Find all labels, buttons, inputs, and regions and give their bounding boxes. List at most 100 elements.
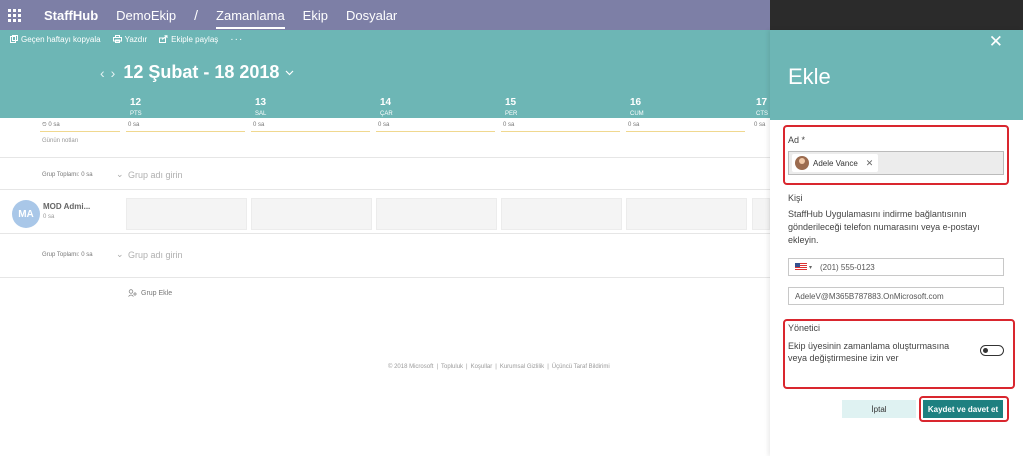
shift-cell[interactable]	[626, 198, 747, 230]
app: StaffHub DemoEkip / Zamanlama Ekip Dosya…	[0, 0, 1023, 456]
day-header: 12 PTS	[130, 98, 142, 119]
tab-team[interactable]: Ekip	[303, 8, 328, 23]
day-columns-header: 12 PTS 13 SAL 14 ÇAR 15 PER 16 CUM 17 CTS	[0, 98, 770, 118]
day-header: 15 PER	[505, 98, 517, 119]
toolbar: Geçen haftayı kopyala Yazdır Ekiple payl…	[0, 30, 770, 48]
date-navigator: ‹ › 12 Şubat - 18 2018	[100, 62, 294, 83]
footer-link-privacy[interactable]: Kurumsal Gizlilik	[500, 364, 544, 370]
copy-icon	[10, 35, 18, 43]
day-hours: 0 sa	[754, 122, 766, 128]
footer-link-third-party[interactable]: Üçüncü Taraf Bildirimi	[552, 364, 610, 370]
person-chip: Adele Vance ✕	[792, 154, 879, 172]
copyright: © 2018 Microsoft	[388, 364, 434, 370]
tab-schedule[interactable]: Zamanlama	[216, 8, 285, 29]
day-hours: 0 sa	[253, 122, 265, 128]
schedule-header: Geçen haftayı kopyala Yazdır Ekiple payl…	[0, 30, 770, 118]
close-icon[interactable]: ✕	[989, 32, 1003, 52]
shift-cell[interactable]	[752, 198, 770, 230]
day-hours: 0 sa	[503, 122, 515, 128]
team-name[interactable]: DemoEkip	[116, 8, 176, 23]
day-number: 15	[505, 97, 517, 108]
day-notes-label[interactable]: Günün notları	[42, 138, 78, 144]
day-header: 14 ÇAR	[380, 98, 393, 119]
phone-value: (201) 555-0123	[820, 262, 875, 272]
share-with-team-button[interactable]: Ekiple paylaş	[159, 35, 218, 44]
day-number: 13	[255, 97, 267, 108]
cancel-button[interactable]: İptal	[842, 400, 916, 418]
footer-link-community[interactable]: Topluluk	[441, 364, 463, 370]
hours-divider	[251, 131, 370, 132]
day-notes-row: ⏲ 0 sa 0 sa 0 sa 0 sa 0 sa 0 sa 0 sa Gün…	[0, 118, 770, 158]
day-number: 16	[630, 97, 642, 108]
remove-chip-icon[interactable]: ✕	[866, 158, 874, 169]
us-flag-icon[interactable]	[795, 263, 807, 271]
shift-cell[interactable]	[126, 198, 247, 230]
chevron-down-icon[interactable]	[285, 70, 294, 76]
chevron-down-icon[interactable]: ▾	[809, 264, 812, 271]
chevron-down-icon[interactable]: ⌄	[116, 249, 124, 260]
day-hours: 0 sa	[128, 122, 140, 128]
total-hours-value: 0 sa	[48, 122, 60, 128]
manager-description: Ekip üyesinin zamanlama oluşturmasına ve…	[788, 341, 950, 363]
manager-label: Yönetici	[788, 323, 821, 333]
more-options-icon[interactable]: ···	[230, 34, 243, 45]
name-people-picker[interactable]: Adele Vance ✕	[788, 151, 1004, 175]
print-button[interactable]: Yazdır	[112, 34, 148, 44]
email-field[interactable]: AdeleV@M365B787883.OnMicrosoft.com	[788, 287, 1004, 305]
day-header: 16 CUM	[630, 98, 644, 119]
panel-title: Ekle	[788, 64, 831, 89]
hours-divider	[126, 131, 245, 132]
group-row: Grup Toplamı: 0 sa ⌄ Grup adı girin	[0, 162, 770, 190]
tab-files[interactable]: Dosyalar	[346, 8, 397, 23]
day-header: 17 CTS	[756, 98, 768, 119]
chevron-right-icon[interactable]: ›	[111, 65, 116, 81]
total-hours: ⏲ 0 sa	[42, 122, 60, 128]
date-range-title[interactable]: 12 Şubat - 18 2018	[123, 62, 279, 83]
person-description: StaffHub Uygulamasını indirme bağlantısı…	[788, 209, 980, 245]
schedule-grid: ⏲ 0 sa 0 sa 0 sa 0 sa 0 sa 0 sa 0 sa Gün…	[0, 118, 770, 456]
group-total: Grup Toplamı: 0 sa	[42, 172, 93, 178]
add-group-button[interactable]: Grup Ekle	[128, 289, 172, 297]
shift-cell[interactable]	[376, 198, 497, 230]
copy-last-week-button[interactable]: Geçen haftayı kopyala	[10, 35, 101, 44]
brand-name[interactable]: StaffHub	[44, 8, 98, 23]
panel-header: ✕ Ekle	[770, 30, 1023, 120]
group-total: Grup Toplamı: 0 sa	[42, 252, 93, 258]
chevron-down-icon[interactable]: ⌄	[116, 169, 124, 180]
phone-field[interactable]: ▾ (201) 555-0123	[788, 258, 1004, 276]
footer: © 2018 Microsoft | Topluluk | Koşullar | Kurum…	[388, 364, 610, 370]
footer-link-terms[interactable]: Koşullar	[471, 364, 493, 370]
share-icon	[159, 35, 168, 43]
save-and-invite-button[interactable]: Kaydet ve davet et	[923, 400, 1003, 418]
share-label: Ekiple paylaş	[171, 34, 219, 44]
day-number: 17	[756, 97, 768, 108]
name-label: Ad *	[788, 135, 806, 145]
day-number: 14	[380, 97, 392, 108]
print-label: Yazdır	[124, 34, 148, 44]
manager-toggle[interactable]	[980, 345, 1004, 356]
email-value: AdeleV@M365B787883.OnMicrosoft.com	[795, 291, 944, 301]
person-chip-name: Adele Vance	[813, 158, 858, 168]
add-group-label: Grup Ekle	[141, 289, 173, 297]
day-hours: 0 sa	[628, 122, 640, 128]
member-hours: 0 sa	[43, 214, 55, 220]
avatar	[795, 156, 809, 170]
add-member-panel: ✕ Ekle Ad * Adele Vance ✕ Kişi StaffHub …	[770, 30, 1023, 456]
chevron-left-icon[interactable]: ‹	[100, 65, 105, 81]
hours-divider	[40, 131, 120, 132]
day-header: 13 SAL	[255, 98, 266, 119]
hours-divider	[376, 131, 495, 132]
top-nav: StaffHub DemoEkip / Zamanlama Ekip Dosya…	[0, 0, 770, 30]
add-group-icon	[128, 289, 137, 297]
group-name-input[interactable]: Grup adı girin	[128, 170, 183, 180]
member-row: MA MOD Admi... 0 sa	[0, 194, 770, 234]
shift-cell[interactable]	[501, 198, 622, 230]
group-name-input[interactable]: Grup adı girin	[128, 250, 183, 260]
app-launcher-icon[interactable]	[4, 5, 24, 25]
person-label: Kişi	[788, 193, 803, 203]
copy-last-week-label: Geçen haftayı kopyala	[21, 34, 101, 44]
member-name[interactable]: MOD Admi...	[43, 202, 90, 211]
group-row: Grup Toplamı: 0 sa ⌄ Grup adı girin	[0, 242, 770, 278]
avatar[interactable]: MA	[12, 200, 40, 228]
shift-cell[interactable]	[251, 198, 372, 230]
